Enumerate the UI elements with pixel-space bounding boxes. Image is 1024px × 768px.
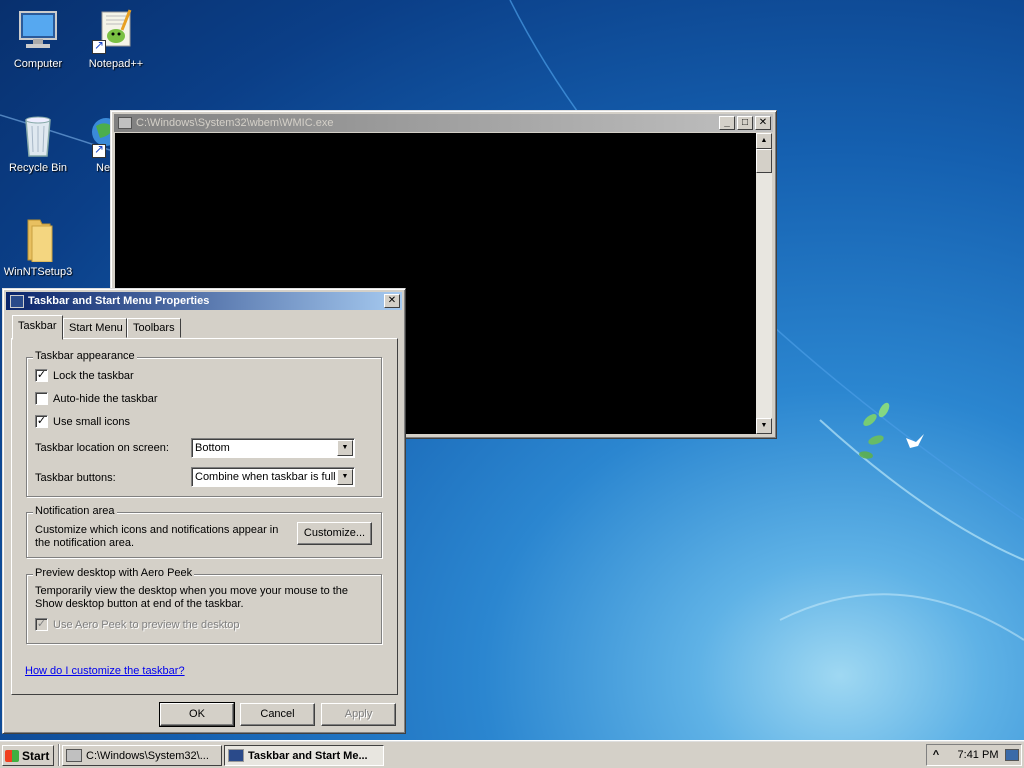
aero-peek-description: Temporarily view the desktop when you mo… [35,585,349,610]
checkbox-label: Auto-hide the taskbar [53,392,158,405]
desktop-icon-label: Notepad++ [88,58,144,70]
cancel-button[interactable]: Cancel [240,703,315,726]
start-label: Start [22,748,50,763]
taskbar-item-properties[interactable]: Taskbar and Start Me... [224,745,384,766]
console-app-icon [66,749,82,762]
ok-button[interactable]: OK [159,702,235,727]
checkbox-box[interactable] [35,392,48,405]
lock-taskbar-checkbox[interactable]: ✓ Lock the taskbar [35,369,134,382]
show-desktop-icon[interactable] [1005,749,1019,761]
small-icons-checkbox[interactable]: ✓ Use small icons [35,415,130,428]
chevron-down-icon[interactable]: ▼ [337,440,353,456]
group-legend: Taskbar appearance [33,350,137,362]
checkbox-box[interactable]: ✓ [35,415,48,428]
shortcut-arrow-icon [92,38,106,54]
desktop-icon-label: Computer [13,58,63,70]
taskbar-app-icon [228,749,244,762]
windows-logo-icon [5,749,19,762]
folder-icon [14,216,62,263]
notepadpp-icon [92,8,140,54]
group-legend: Preview desktop with Aero Peek [33,567,195,579]
task-label: Taskbar and Start Me... [248,749,368,762]
help-link[interactable]: How do I customize the taskbar? [25,665,185,677]
computer-icon [14,8,62,54]
console-scrollbar[interactable]: ▲ ▼ [756,133,772,434]
scroll-down-button[interactable]: ▼ [756,418,772,434]
taskbar-buttons-label: Taskbar buttons: [35,472,116,484]
taskbar-location-dropdown[interactable]: Bottom ▼ [191,438,355,458]
leaf-icon [859,402,890,459]
dialog-title: Taskbar and Start Menu Properties [28,295,210,307]
recycle-bin-icon [14,112,62,158]
shortcut-arrow-icon [92,142,106,158]
dropdown-value: Combine when taskbar is full [195,471,336,483]
start-button[interactable]: Start [2,745,54,766]
apply-button: Apply [321,703,396,726]
console-app-icon [118,117,132,129]
aero-peek-checkbox: ✓ Use Aero Peek to preview the desktop [35,618,240,631]
taskbar-buttons-dropdown[interactable]: Combine when taskbar is full ▼ [191,467,355,487]
taskbar-item-console[interactable]: C:\Windows\System32\... [62,745,222,766]
desktop-icon-label: Recycle Bin [8,162,68,174]
maximize-button[interactable]: □ [737,116,753,130]
chevron-down-icon[interactable]: ▼ [337,469,353,485]
auto-hide-checkbox[interactable]: Auto-hide the taskbar [35,392,158,405]
desktop-icon-recycle-bin[interactable]: Recycle Bin [0,112,76,174]
dialog-title-bar[interactable]: Taskbar and Start Menu Properties ✕ [6,292,402,310]
group-legend: Notification area [33,505,117,517]
tab-start-menu[interactable]: Start Menu [63,318,127,338]
dropdown-value: Bottom [195,442,230,454]
minimize-button[interactable]: _ [719,116,735,130]
scroll-thumb[interactable] [756,149,772,173]
console-title: C:\Windows\System32\wbem\WMIC.exe [136,117,334,129]
checkbox-label: Use small icons [53,415,131,428]
tab-taskbar[interactable]: Taskbar [12,315,63,340]
desktop-icon-computer[interactable]: Computer [0,8,76,70]
task-label: C:\Windows\System32\... [86,749,209,762]
checkbox-box: ✓ [35,618,48,631]
bird-icon [906,434,924,448]
dialog-close-button[interactable]: ✕ [384,294,400,308]
taskbar-app-icon [10,294,24,308]
taskbar-location-label: Taskbar location on screen: [35,442,169,454]
desktop-icon-winntsetup3[interactable]: WinNTSetup3 [0,216,76,278]
checkbox-label: Lock the taskbar [53,369,134,382]
customize-button[interactable]: Customize... [297,522,372,545]
taskbar: Start C:\Windows\System32\... Taskbar an… [0,740,1024,768]
close-button[interactable]: ✕ [755,116,771,130]
console-title-bar[interactable]: C:\Windows\System32\wbem\WMIC.exe _ □ ✕ [114,114,773,132]
notification-description: Customize which icons and notifications … [35,524,279,549]
clock[interactable]: 7:41 PM [953,749,1003,761]
show-hidden-icons-button[interactable]: ^ [929,749,943,761]
scroll-up-button[interactable]: ▲ [756,133,772,149]
checkbox-box[interactable]: ✓ [35,369,48,382]
taskbar-divider [58,744,60,766]
tab-toolbars[interactable]: Toolbars [127,318,181,338]
desktop-icon-label: WinNTSetup3 [3,266,73,278]
notification-tray: ^ 7:41 PM [926,744,1022,766]
desktop-icon-notepadpp[interactable]: Notepad++ [78,8,154,70]
checkbox-label: Use Aero Peek to preview the desktop [53,618,240,631]
